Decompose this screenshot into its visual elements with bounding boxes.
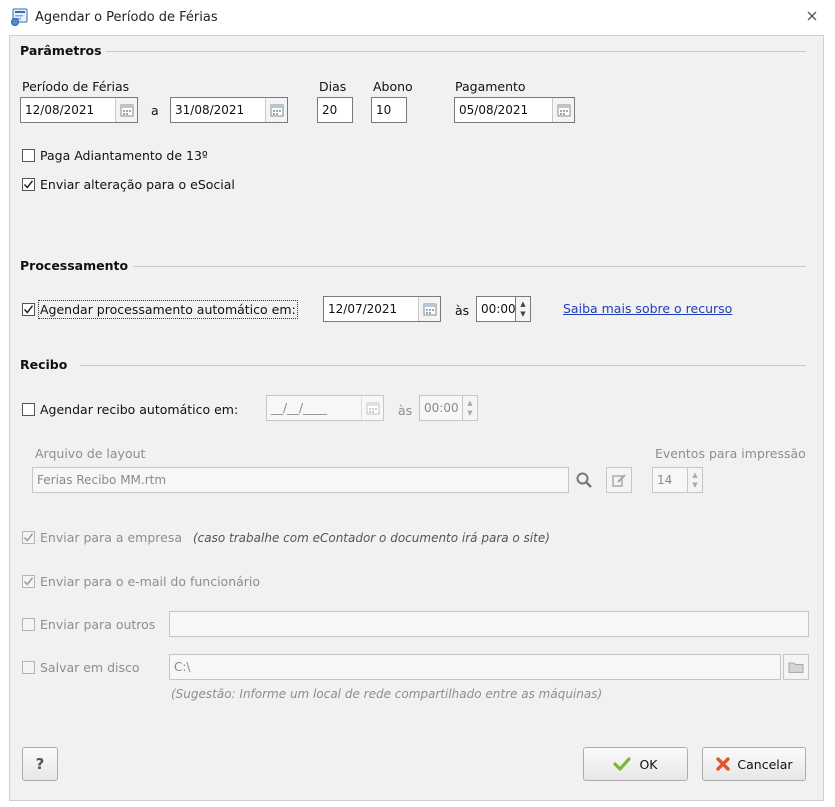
window-title: Agendar o Período de Férias xyxy=(35,10,218,25)
app-icon xyxy=(10,8,30,29)
adiantamento-checkbox[interactable] xyxy=(22,149,35,162)
data-inicio-value: 12/08/2021 xyxy=(25,103,95,117)
saiba-mais-link[interactable]: Saiba mais sobre o recurso xyxy=(563,301,732,316)
section-recibo-title: Recibo xyxy=(20,357,68,372)
calendar-icon[interactable] xyxy=(418,297,440,321)
enviar-email-option: Enviar para o e-mail do funcionário xyxy=(22,574,260,589)
data-inicio-field[interactable]: 12/08/2021 xyxy=(20,97,138,123)
enviar-email-label: Enviar para o e-mail do funcionário xyxy=(40,574,261,589)
spin-up-icon: ▲ xyxy=(467,399,473,407)
ok-button[interactable]: OK xyxy=(583,747,688,781)
enviar-outros-option: Enviar para outros xyxy=(22,617,155,632)
processamento-as-label: às xyxy=(455,303,470,318)
abono-label: Abono xyxy=(373,79,413,94)
checkmark-icon xyxy=(23,180,34,189)
folder-icon xyxy=(783,654,809,680)
layout-field: Ferias Recibo MM.rtm xyxy=(32,467,569,493)
eventos-spinner: ▲ ▼ xyxy=(688,467,703,493)
esocial-option[interactable]: Enviar alteração para o eSocial xyxy=(22,177,235,192)
help-button[interactable]: ? xyxy=(22,747,58,781)
enviar-empresa-note: (caso trabalhe com eContador o documento… xyxy=(193,530,550,545)
enviar-empresa-checkbox xyxy=(22,531,35,544)
processamento-data-field[interactable]: 12/07/2021 xyxy=(323,296,441,322)
spin-up-icon: ▲ xyxy=(692,471,698,479)
data-fim-field[interactable]: 31/08/2021 xyxy=(170,97,288,123)
periodo-separator: a xyxy=(151,103,159,118)
recibo-hora-field: 00:00 xyxy=(419,395,463,421)
salvar-disco-option: Salvar em disco xyxy=(22,660,140,675)
dias-label: Dias xyxy=(319,79,347,94)
eventos-label: Eventos para impressão xyxy=(655,446,806,461)
calendar-icon[interactable] xyxy=(552,98,574,122)
eventos-field: 14 xyxy=(652,467,688,493)
adiantamento-option[interactable]: Paga Adiantamento de 13º xyxy=(22,148,208,163)
pagamento-field[interactable]: 05/08/2021 xyxy=(454,97,575,123)
pagamento-label: Pagamento xyxy=(455,79,526,94)
periodo-label: Período de Férias xyxy=(22,79,130,94)
enviar-outros-field xyxy=(169,611,809,637)
section-parametros-title: Parâmetros xyxy=(20,43,102,58)
checkmark-icon xyxy=(23,533,34,542)
recibo-hora-spinner: ▲ ▼ xyxy=(463,395,478,421)
esocial-label: Enviar alteração para o eSocial xyxy=(40,177,235,192)
salvar-disco-checkbox xyxy=(22,661,35,674)
enviar-outros-checkbox xyxy=(22,618,35,631)
esocial-checkbox[interactable] xyxy=(22,178,35,191)
title-bar: Agendar o Período de Férias xyxy=(0,0,835,34)
calendar-icon[interactable] xyxy=(115,98,137,122)
check-icon xyxy=(613,757,632,771)
cancel-button[interactable]: Cancelar xyxy=(702,747,806,781)
enviar-empresa-label: Enviar para a empresa xyxy=(40,530,182,545)
enviar-outros-label: Enviar para outros xyxy=(40,617,156,632)
ok-label: OK xyxy=(639,756,658,772)
agendar-recibo-label: Agendar recibo automático em: xyxy=(40,402,239,417)
agendar-processamento-label: Agendar processamento automático em: xyxy=(38,300,298,319)
calendar-icon xyxy=(361,396,383,420)
agendar-recibo-option[interactable]: Agendar recibo automático em: xyxy=(22,402,238,417)
salvar-disco-label: Salvar em disco xyxy=(40,660,140,675)
enviar-empresa-option: Enviar para a empresa (caso trabalhe com… xyxy=(22,530,550,545)
edit-icon xyxy=(606,467,632,493)
spin-down-icon: ▼ xyxy=(467,409,473,417)
help-label: ? xyxy=(35,755,45,773)
dias-field[interactable]: 20 xyxy=(317,97,353,123)
checkmark-icon xyxy=(23,305,34,314)
close-icon[interactable] xyxy=(806,10,818,26)
agendar-processamento-checkbox[interactable] xyxy=(22,303,35,316)
abono-field[interactable]: 10 xyxy=(371,97,407,123)
sugestao-text: (Sugestão: Informe um local de rede comp… xyxy=(171,687,603,701)
section-separator xyxy=(106,51,806,52)
pagamento-value: 05/08/2021 xyxy=(459,103,529,117)
agendar-processamento-option[interactable]: Agendar processamento automático em: xyxy=(22,300,298,319)
cancel-label: Cancelar xyxy=(737,756,793,772)
enviar-email-checkbox xyxy=(22,575,35,588)
processamento-hora-spinner[interactable]: ▲ ▼ xyxy=(516,296,531,322)
spin-down-icon: ▼ xyxy=(692,481,698,489)
spin-down-icon[interactable]: ▼ xyxy=(520,309,525,319)
recibo-data-value: __/__/____ xyxy=(271,401,328,415)
processamento-hora-field[interactable]: 00:00 xyxy=(476,296,516,322)
checkmark-icon xyxy=(23,577,34,586)
section-separator xyxy=(133,266,806,267)
data-fim-value: 31/08/2021 xyxy=(175,103,245,117)
search-icon xyxy=(571,467,597,493)
processamento-data-value: 12/07/2021 xyxy=(328,302,398,316)
salvar-disco-field: C:\ xyxy=(169,654,781,680)
section-processamento-title: Processamento xyxy=(20,258,129,273)
calendar-icon[interactable] xyxy=(265,98,287,122)
agendar-recibo-checkbox[interactable] xyxy=(22,403,35,416)
adiantamento-label: Paga Adiantamento de 13º xyxy=(40,148,208,163)
recibo-data-field: __/__/____ xyxy=(266,395,384,421)
cancel-x-icon xyxy=(716,757,731,771)
section-separator xyxy=(80,365,806,366)
recibo-as-label: às xyxy=(398,403,413,418)
layout-label: Arquivo de layout xyxy=(35,446,146,461)
spin-up-icon[interactable]: ▲ xyxy=(520,299,525,309)
